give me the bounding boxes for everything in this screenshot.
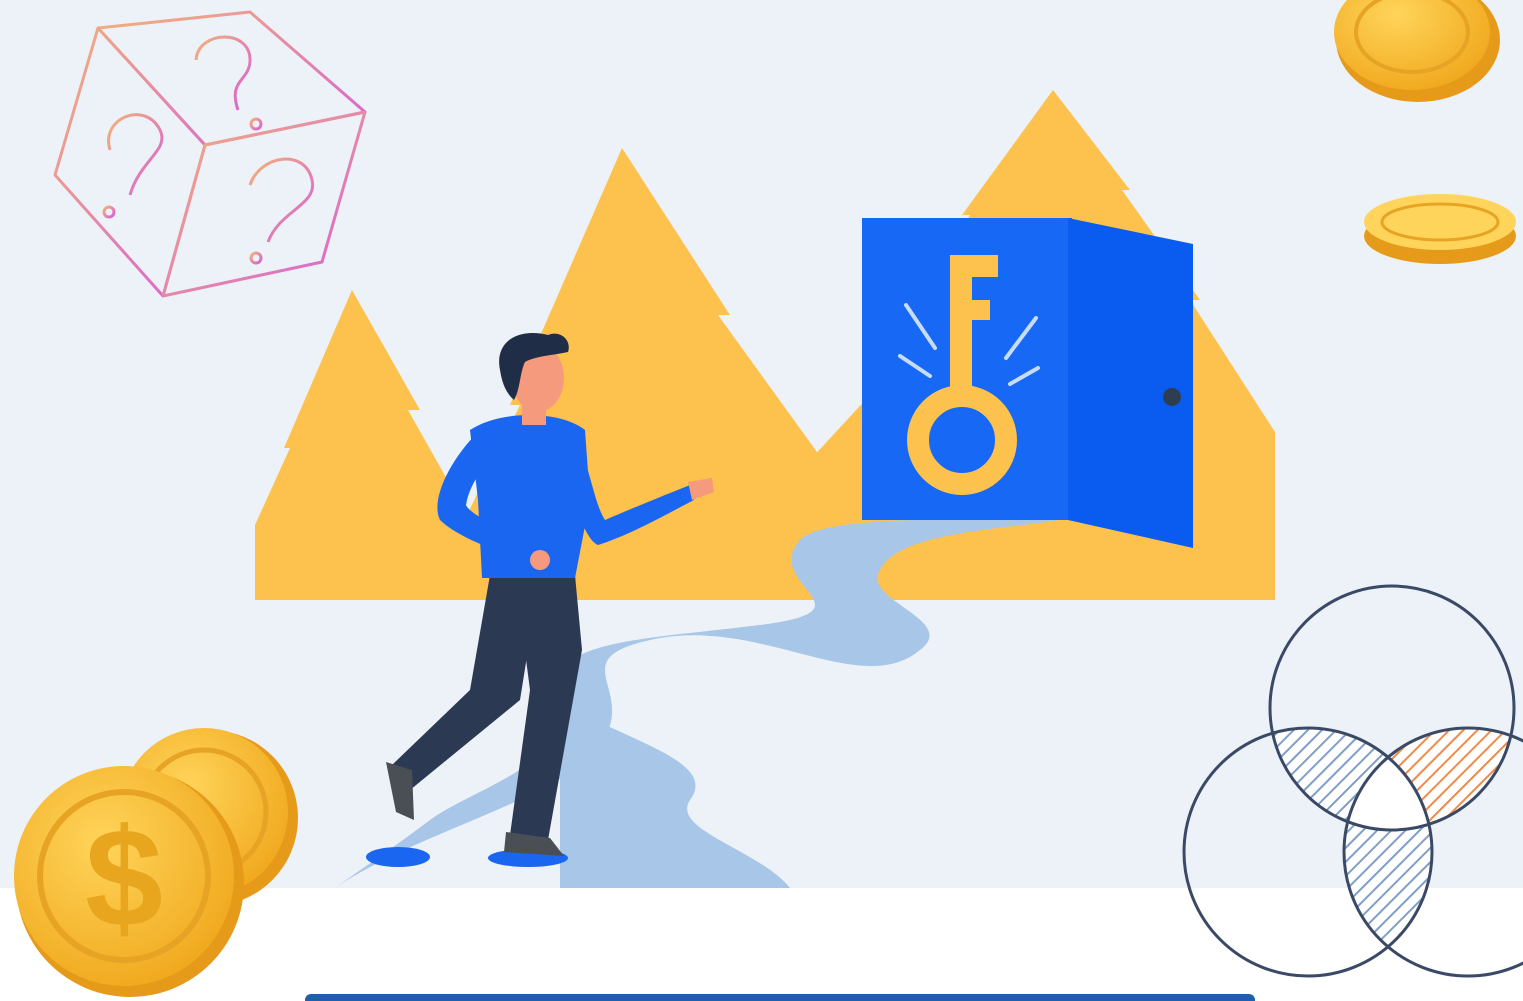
coin-symbol: $ — [85, 799, 163, 956]
door-knob — [1163, 388, 1181, 406]
door-panel — [1068, 218, 1193, 548]
gold-coin-flat-icon — [1364, 194, 1516, 264]
illustration-canvas: $ — [0, 0, 1523, 1001]
bottom-banner-edge — [305, 994, 1255, 1001]
footprint-left — [366, 847, 430, 867]
person-back-hand — [530, 550, 550, 570]
door-icon — [862, 218, 1193, 548]
